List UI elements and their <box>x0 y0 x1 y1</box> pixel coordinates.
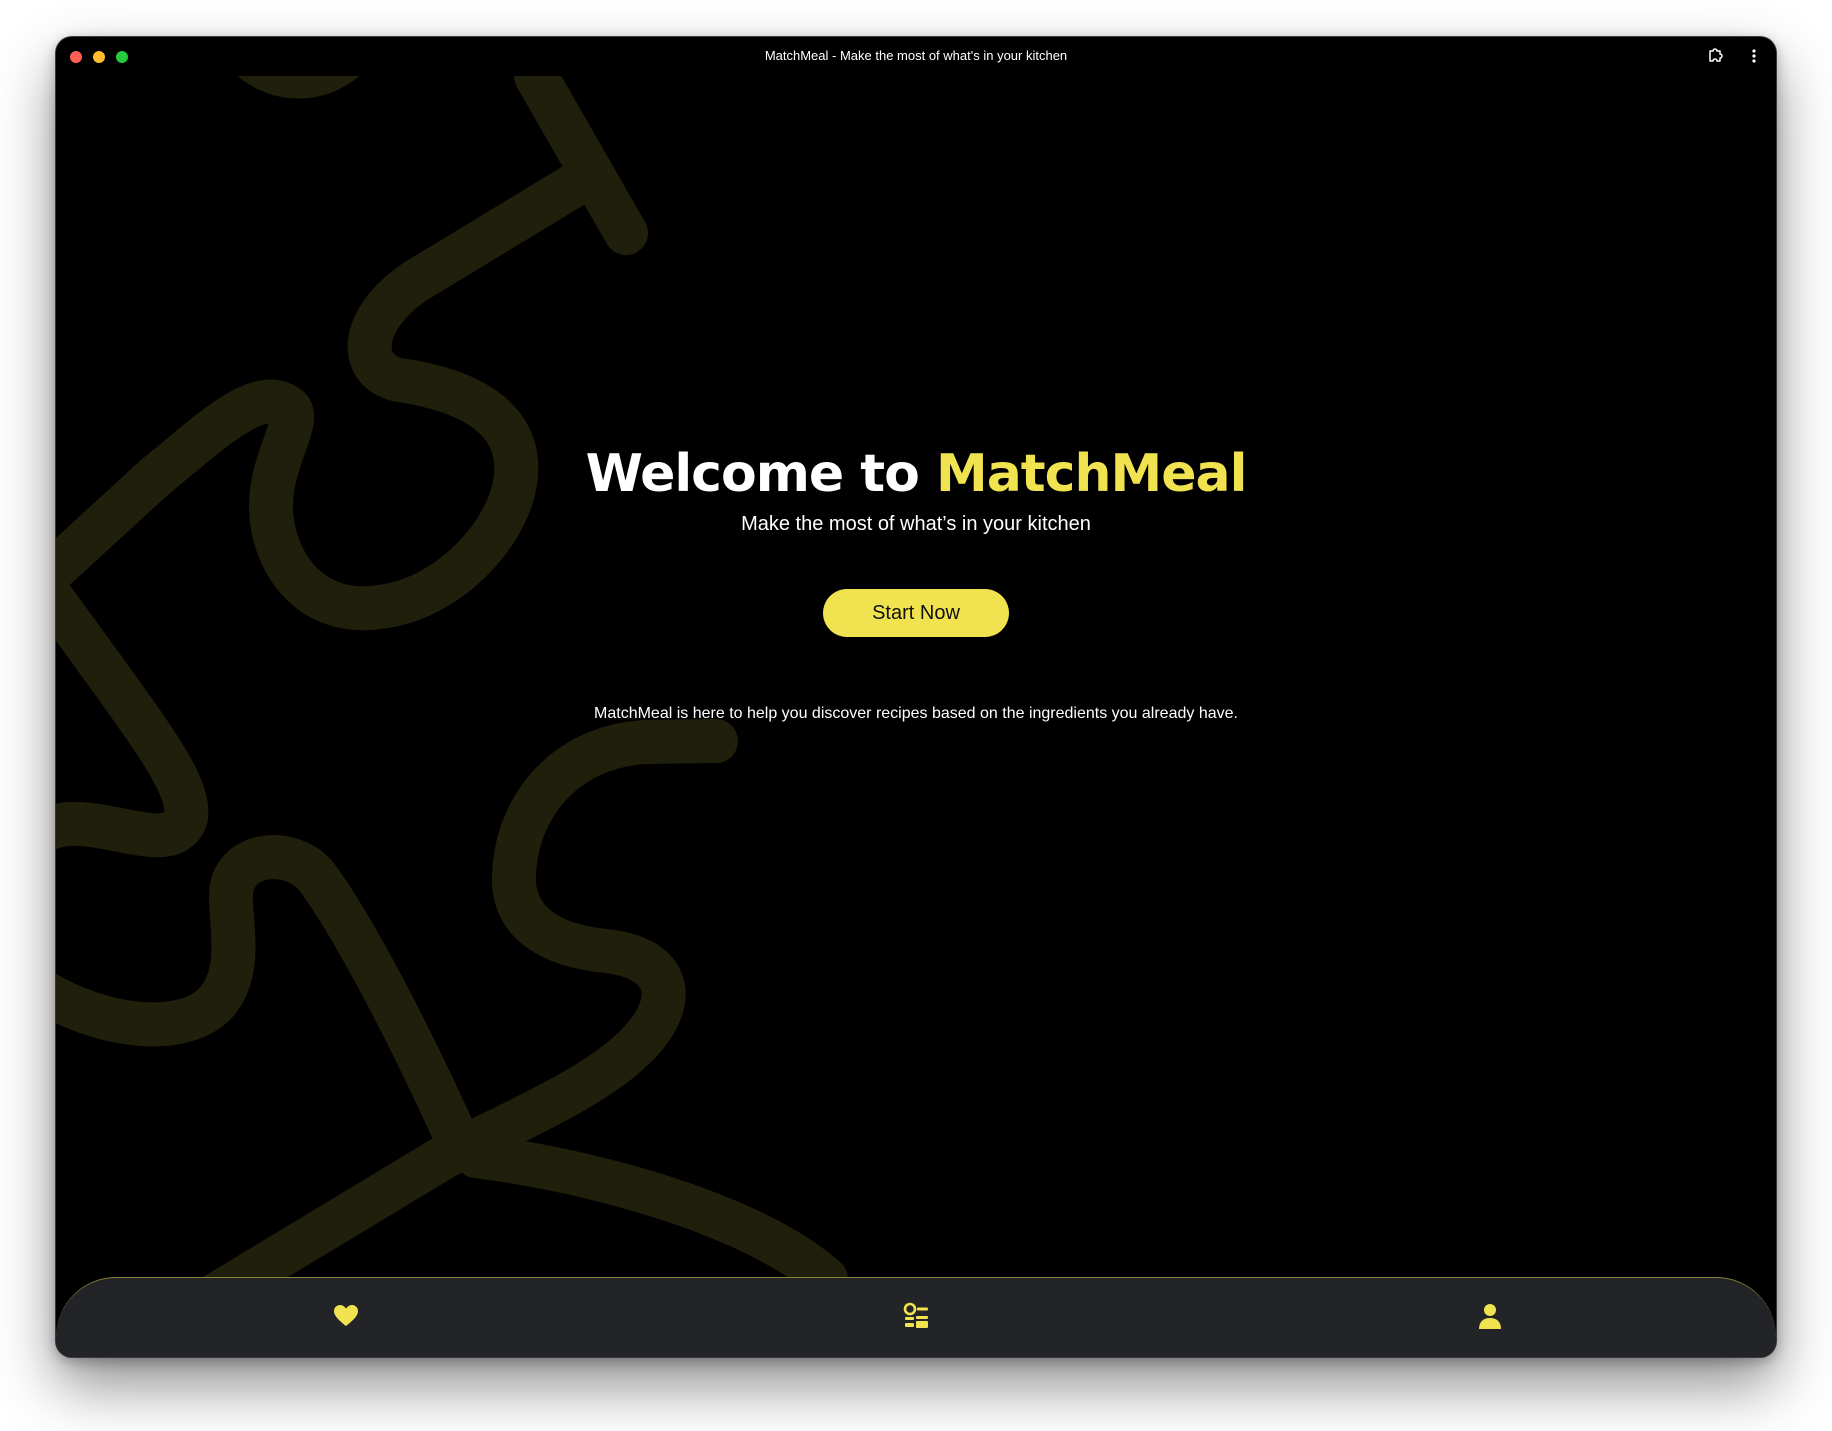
page-title: Welcome to MatchMeal <box>56 444 1776 504</box>
user-icon <box>1478 1303 1502 1334</box>
decorative-background-squiggle <box>56 76 848 1279</box>
hero-subtitle: Make the most of what’s in your kitchen <box>741 513 1091 535</box>
title-bar: MatchMeal - Make the most of what's in y… <box>56 37 1776 76</box>
app-description: MatchMeal is here to help you discover r… <box>594 705 1238 722</box>
more-vertical-icon[interactable] <box>1744 46 1764 66</box>
heart-icon <box>333 1304 359 1333</box>
ingredients-list-icon <box>902 1302 930 1335</box>
page-content: Welcome to MatchMeal Make the most of wh… <box>56 76 1776 1279</box>
nav-favorites[interactable] <box>326 1298 366 1338</box>
window-title: MatchMeal - Make the most of what's in y… <box>764 48 1068 63</box>
nav-ingredients[interactable] <box>896 1298 936 1338</box>
browser-window: MatchMeal - Make the most of what's in y… <box>56 37 1776 1357</box>
bottom-navigation <box>56 1277 1776 1357</box>
start-now-button[interactable]: Start Now <box>823 589 1009 637</box>
title-prefix: Welcome to <box>585 444 936 504</box>
brand-name: MatchMeal <box>935 444 1247 504</box>
extension-icon[interactable] <box>1706 46 1726 66</box>
nav-profile[interactable] <box>1470 1298 1510 1338</box>
